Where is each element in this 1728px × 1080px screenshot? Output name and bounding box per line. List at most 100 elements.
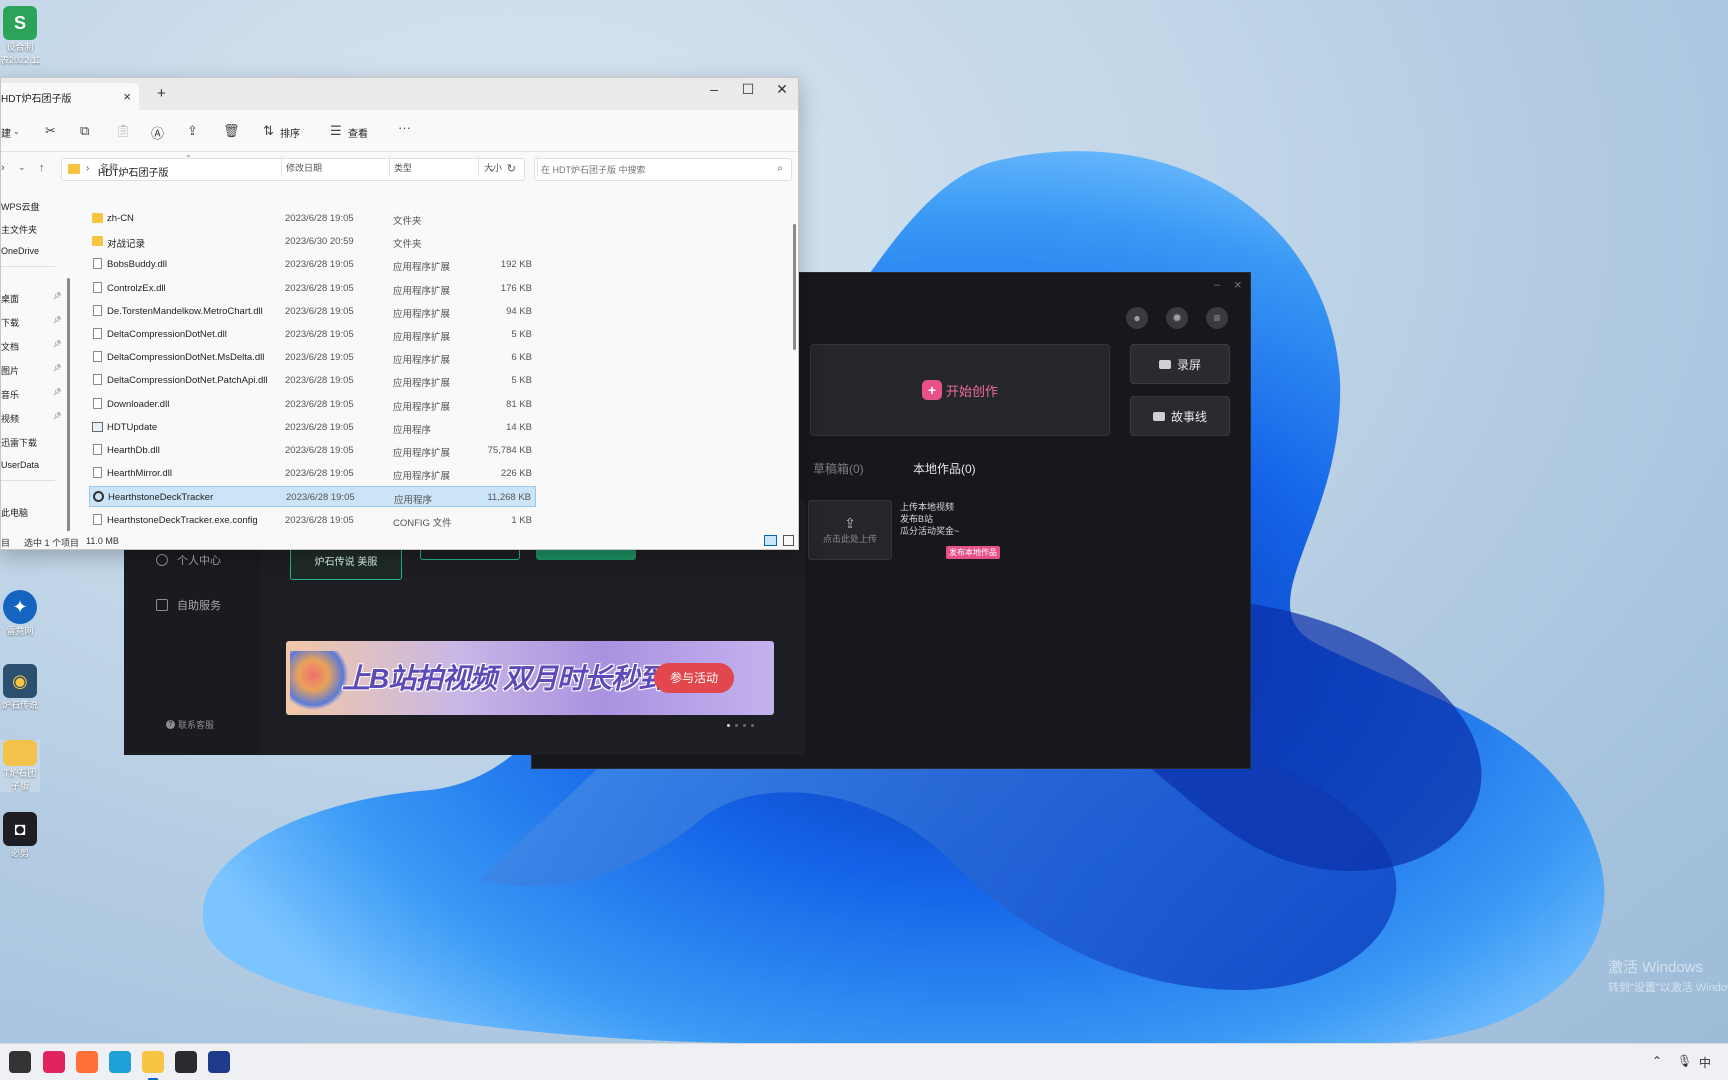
file-row[interactable]: DeltaCompressionDotNet.PatchApi.dll 2023/…: [89, 370, 536, 391]
details-view-icon[interactable]: [764, 535, 777, 546]
close-button[interactable]: ✕: [767, 81, 797, 98]
cut-icon[interactable]: ✂: [45, 123, 56, 139]
tiles-view-icon[interactable]: [783, 535, 794, 546]
desktop-icon-spreadsheet[interactable]: S 设合制 表2022.12: [0, 6, 40, 66]
nav-item-music[interactable]: 音乐 📌︎: [1, 388, 61, 401]
nav-item-desktop[interactable]: 桌面 📌︎: [1, 292, 61, 305]
explorer-icon[interactable]: [142, 1051, 164, 1080]
column-size[interactable]: 大小: [484, 161, 502, 174]
sidebar-item-profile[interactable]: 个人中心: [156, 552, 221, 568]
record-screen-button[interactable]: 录屏: [1130, 344, 1230, 384]
recent-locations-icon[interactable]: ⌄: [18, 162, 26, 173]
file-row[interactable]: 对战记录 2023/6/30 20:59 文件夹: [89, 231, 536, 252]
file-row[interactable]: HearthMirror.dll 2023/6/28 19:05 应用程序扩展 226…: [89, 463, 536, 484]
file-icon[interactable]: [9, 1051, 31, 1073]
file-row[interactable]: HearthDb.dll 2023/6/28 19:05 应用程序扩展 75,784 …: [89, 440, 536, 461]
ime-indicator[interactable]: 中: [1699, 1054, 1711, 1071]
publish-local-badge[interactable]: 发布本地作品: [946, 546, 1000, 559]
file-row[interactable]: ControlzEx.dll 2023/6/28 19:05 应用程序扩展 176 K…: [89, 278, 536, 299]
terminal-icon[interactable]: [208, 1051, 230, 1073]
column-divider[interactable]: [389, 156, 390, 176]
file-row[interactable]: zh-CN 2023/6/28 19:05 文件夹: [89, 208, 536, 229]
file-list-scrollbar[interactable]: [793, 224, 796, 350]
column-divider[interactable]: [537, 156, 538, 176]
tab-drafts[interactable]: 草稿箱(0): [813, 460, 864, 477]
microphone-icon[interactable]: 🎙︎: [1677, 1054, 1692, 1068]
close-tab-icon[interactable]: ×: [123, 89, 131, 104]
carousel-dots[interactable]: [727, 724, 754, 727]
tab-hdt[interactable]: HDT炉石团子版 ×: [1, 83, 139, 110]
minimize-button[interactable]: –: [1214, 279, 1220, 291]
nav-item-downloads[interactable]: 下载 📌︎: [1, 316, 61, 329]
nav-item-this-pc[interactable]: 此电脑: [1, 506, 61, 519]
game-chip[interactable]: [536, 550, 636, 560]
settings-icon[interactable]: ✹: [1166, 307, 1188, 329]
contact-support-link[interactable]: ? 联系客服: [166, 718, 214, 731]
paste-icon[interactable]: 📋︎: [115, 123, 132, 139]
copy-icon[interactable]: ⧉: [80, 123, 89, 139]
menu-icon[interactable]: ≡: [1206, 307, 1228, 329]
file-row[interactable]: DeltaCompressionDotNet.MsDelta.dll 2023/6…: [89, 347, 536, 368]
game-chip[interactable]: [420, 550, 520, 560]
tab-local-works[interactable]: 本地作品(0): [913, 460, 976, 477]
rename-icon[interactable]: Ⓐ: [151, 123, 164, 142]
maximize-button[interactable]: ☐: [733, 81, 763, 98]
desktop-icon-bijian[interactable]: ◘ 必剪: [0, 812, 40, 859]
promo-banner[interactable]: 上B站拍视频 双月时长秒到账 参与活动: [286, 641, 774, 715]
file-row[interactable]: DeltaCompressionDotNet.dll 2023/6/28 19:0…: [89, 324, 536, 345]
up-icon[interactable]: ↑: [39, 162, 45, 174]
minimize-button[interactable]: –: [699, 81, 729, 97]
forward-icon[interactable]: ›: [1, 162, 5, 174]
carousel-dot[interactable]: [735, 724, 738, 727]
new-tab-button[interactable]: +: [157, 85, 166, 102]
upload-area[interactable]: ⇪ 点击此处上传: [808, 500, 892, 560]
bilibili-cut-icon[interactable]: [175, 1051, 197, 1073]
column-date[interactable]: 修改日期: [286, 161, 322, 174]
more-button[interactable]: ···: [398, 120, 411, 135]
file-row[interactable]: Downloader.dll 2023/6/28 19:05 应用程序扩展 81 KB: [89, 394, 536, 415]
nav-item-onedrive[interactable]: OneDrive: [1, 246, 61, 256]
carousel-dot[interactable]: [727, 724, 730, 727]
desktop-icon-leijing[interactable]: ✦ 雷竞网: [0, 590, 40, 637]
column-name[interactable]: 名称: [100, 161, 118, 174]
nav-item-wps[interactable]: WPS云盘: [1, 200, 61, 213]
game-chip-hearthstone-us[interactable]: 炉石传说 美服: [290, 545, 402, 580]
chevron-up-icon[interactable]: ⌃: [1652, 1054, 1662, 1068]
nav-item-home[interactable]: 主文件夹: [1, 223, 61, 236]
nav-item-documents[interactable]: 文档 📌︎: [1, 340, 61, 353]
nav-item-xunlei[interactable]: 迅雷下载: [1, 436, 61, 449]
close-button[interactable]: ×: [1234, 277, 1242, 292]
share-icon[interactable]: ⇪: [187, 123, 198, 139]
carousel-dot[interactable]: [751, 724, 754, 727]
carousel-dot[interactable]: [743, 724, 746, 727]
nav-scrollbar[interactable]: [67, 278, 70, 549]
file-row[interactable]: De.TorstenMandelkow.MetroChart.dll 2023/6…: [89, 301, 536, 322]
file-row[interactable]: BobsBuddy.dll 2023/6/28 19:05 应用程序扩展 192 KB: [89, 254, 536, 275]
file-row[interactable]: HDTUpdate 2023/6/28 19:05 应用程序 14 KB: [89, 417, 536, 438]
desktop-icon-hearthstone[interactable]: ◉ 炉石传说: [0, 664, 40, 711]
app-red-icon[interactable]: [43, 1051, 65, 1073]
column-divider[interactable]: [478, 156, 479, 176]
column-type[interactable]: 类型: [394, 161, 412, 174]
refresh-icon[interactable]: ↻: [507, 162, 516, 175]
desktop-icon-hdt-folder[interactable]: T炉石团 子版: [0, 740, 40, 792]
sidebar-item-self-service[interactable]: 自助服务: [156, 597, 221, 613]
new-button[interactable]: 建: [1, 125, 11, 140]
storyline-button[interactable]: 故事线: [1130, 396, 1230, 436]
search-input[interactable]: [541, 162, 761, 178]
nav-item-pictures[interactable]: 图片 📌︎: [1, 364, 61, 377]
nav-item-videos[interactable]: 视频 📌︎: [1, 412, 61, 425]
file-row[interactable]: HearthstoneDeckTracker 2023/6/28 19:05 应用程…: [89, 486, 536, 508]
edge-icon[interactable]: [109, 1051, 131, 1073]
column-divider[interactable]: [281, 156, 282, 176]
nav-item-userdata[interactable]: UserData: [1, 460, 61, 470]
firefox-icon[interactable]: [76, 1051, 98, 1073]
view-button[interactable]: 查看: [348, 125, 368, 140]
join-activity-button[interactable]: 参与活动: [654, 663, 734, 693]
search-box[interactable]: ⌕: [534, 158, 792, 181]
user-icon[interactable]: ●: [1126, 307, 1148, 329]
start-create-button[interactable]: + 开始创作: [810, 344, 1110, 436]
delete-icon[interactable]: 🗑︎: [223, 123, 240, 139]
sort-button[interactable]: 排序: [280, 125, 300, 140]
file-row[interactable]: HearthstoneDeckTracker.exe.config 2023/6/…: [89, 510, 536, 531]
